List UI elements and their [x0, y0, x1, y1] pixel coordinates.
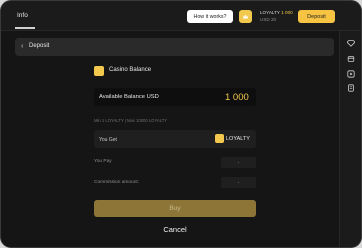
top-bar: Info How it works? LOYALTY 1 000 USD 20 … — [1, 1, 361, 31]
tab-info[interactable]: Info — [17, 12, 28, 19]
you-get-currency: LOYALTY — [226, 136, 250, 142]
casino-icon — [94, 66, 104, 76]
loyalty-icon — [239, 10, 252, 23]
available-balance-value: 1 000 — [225, 92, 249, 103]
casino-balance-title: Casino Balance — [109, 67, 152, 73]
commission-value: - — [221, 177, 256, 188]
buy-button[interactable]: Buy — [94, 200, 256, 217]
receipt-icon[interactable] — [347, 84, 355, 92]
diamond-icon[interactable] — [347, 39, 355, 47]
chevron-left-icon[interactable]: ‹ — [21, 43, 23, 50]
loyalty-label: LOYALTY — [260, 10, 280, 15]
loyalty-balance: LOYALTY 1 000 — [260, 10, 293, 16]
open-box-icon[interactable] — [347, 55, 355, 63]
right-sidebar — [339, 31, 361, 247]
deposit-button[interactable]: Deposit — [298, 10, 335, 23]
you-get-label: You Get — [99, 137, 117, 143]
commission-label: Commission amount: — [94, 180, 140, 185]
limits-text: Min 1 LOYALTY | Max 10000 LOYALTY — [94, 118, 168, 123]
play-icon[interactable] — [347, 70, 355, 78]
crown-icon — [242, 14, 249, 19]
page-title: Deposit — [29, 43, 50, 49]
deposit-panel: ‹ Deposit Casino Balance Available Balan… — [1, 32, 339, 247]
loyalty-coin-icon — [215, 134, 224, 143]
you-pay-label: You Pay — [94, 159, 112, 164]
panel-header — [15, 38, 334, 56]
available-balance-label: Available Balance USD — [99, 94, 159, 100]
you-pay-value: - — [221, 157, 256, 168]
cancel-button[interactable]: Cancel — [151, 225, 199, 236]
usd-balance: USD 20 — [260, 17, 277, 22]
device-frame: Info How it works? LOYALTY 1 000 USD 20 … — [0, 0, 362, 248]
loyalty-value: 1 000 — [281, 10, 293, 15]
active-tab-indicator — [15, 27, 35, 29]
how-it-works-button[interactable]: How it works? — [187, 10, 233, 23]
